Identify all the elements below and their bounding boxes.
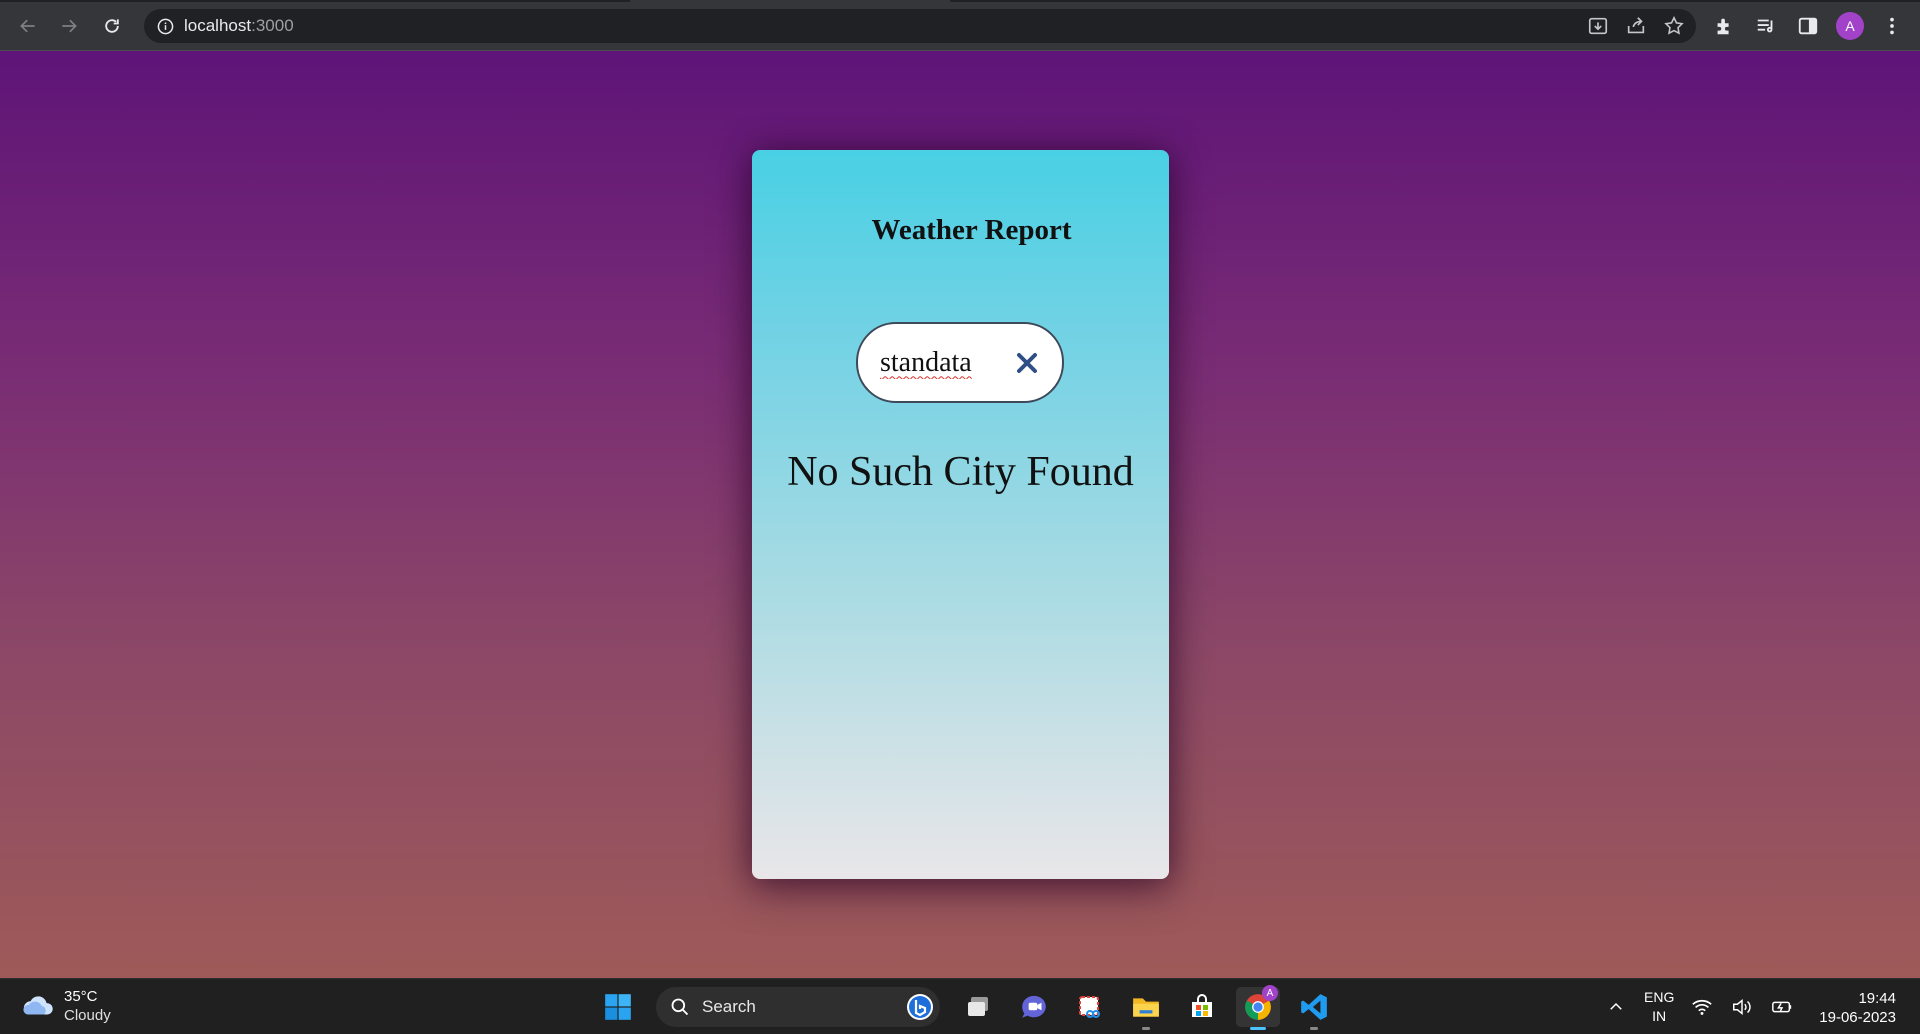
volume-icon[interactable]: [1730, 995, 1754, 1019]
tab-strip: [0, 0, 1920, 2]
more-menu-icon[interactable]: [1878, 12, 1906, 40]
chat-icon: [1022, 995, 1046, 1018]
microsoft-store-button[interactable]: [1180, 987, 1224, 1027]
city-search-input[interactable]: [880, 346, 990, 379]
cloud-icon: [23, 996, 53, 1015]
system-clock[interactable]: 19:44 19-06-2023: [1819, 989, 1896, 1027]
clock-date: 19-06-2023: [1819, 1009, 1896, 1026]
city-search-box[interactable]: [856, 322, 1064, 403]
chevron-up-icon[interactable]: [1604, 995, 1628, 1019]
teams-chat-button[interactable]: [1012, 987, 1056, 1027]
taskbar-search-label: Search: [702, 997, 756, 1016]
url-port: :3000: [251, 16, 294, 35]
task-view-icon: [968, 997, 988, 1016]
media-control-icon[interactable]: [1752, 12, 1780, 40]
file-explorer-button[interactable]: [1124, 987, 1168, 1030]
share-icon[interactable]: [1624, 14, 1648, 38]
reload-icon: [105, 19, 119, 33]
windows-logo-icon: [605, 994, 631, 1020]
profile-avatar[interactable]: A: [1836, 12, 1864, 40]
wifi-icon[interactable]: [1690, 995, 1714, 1019]
url-host: localhost: [184, 16, 252, 35]
close-icon: [1017, 353, 1037, 373]
bing-icon[interactable]: [906, 993, 934, 1026]
weather-temp: 35°C: [64, 988, 98, 1005]
address-bar[interactable]: localhost:3000: [144, 9, 1696, 43]
vscode-button[interactable]: [1292, 987, 1336, 1030]
clear-search-button[interactable]: [1014, 350, 1040, 376]
running-indicator: [1310, 1027, 1318, 1030]
app-title: Weather Report: [871, 214, 1072, 246]
search-icon: [671, 998, 689, 1016]
reload-button[interactable]: [98, 12, 126, 40]
forward-button[interactable]: [55, 12, 83, 40]
region-code: IN: [1652, 1008, 1667, 1024]
store-icon: [1192, 994, 1212, 1017]
running-indicator: [1142, 1027, 1150, 1030]
folder-icon: [1133, 998, 1159, 1017]
extensions-icon[interactable]: [1710, 12, 1738, 40]
arrow-right-icon: [62, 19, 77, 33]
weather-card: Weather Report No Such City Found: [752, 150, 1169, 879]
weather-widget[interactable]: 35°C Cloudy: [22, 987, 111, 1025]
weather-desc: Cloudy: [64, 1007, 111, 1024]
browser-toolbar: localhost:3000 A: [0, 0, 1920, 51]
taskbar-search[interactable]: Search: [656, 987, 940, 1027]
side-panel-icon[interactable]: [1794, 12, 1822, 40]
clock-time: 19:44: [1858, 990, 1896, 1007]
active-indicator: [1250, 1027, 1266, 1030]
language-indicator[interactable]: ENG IN: [1644, 988, 1674, 1026]
vscode-icon: [1301, 994, 1327, 1020]
task-view-button[interactable]: [956, 987, 1000, 1027]
active-tab-indicator: [630, 0, 950, 2]
snipping-tool-icon: [1079, 996, 1100, 1018]
site-info-icon[interactable]: [156, 17, 174, 35]
bookmark-star-icon[interactable]: [1662, 14, 1686, 38]
windows-taskbar: 35°C Cloudy Search A ENG IN 19:44 19-06-…: [0, 978, 1920, 1034]
start-button[interactable]: [596, 987, 640, 1027]
install-app-icon[interactable]: [1586, 14, 1610, 38]
snipping-tool-button[interactable]: [1068, 987, 1112, 1027]
arrow-left-icon: [20, 19, 35, 33]
page-background: Weather Report No Such City Found: [0, 51, 1920, 978]
status-message: No Such City Found: [787, 449, 1134, 495]
battery-icon[interactable]: [1770, 995, 1794, 1019]
chrome-profile-badge: A: [1262, 985, 1278, 1001]
back-button[interactable]: [14, 12, 42, 40]
chrome-button[interactable]: A: [1236, 985, 1280, 1030]
url-text[interactable]: localhost:3000: [184, 16, 294, 36]
language-code: ENG: [1644, 989, 1675, 1005]
